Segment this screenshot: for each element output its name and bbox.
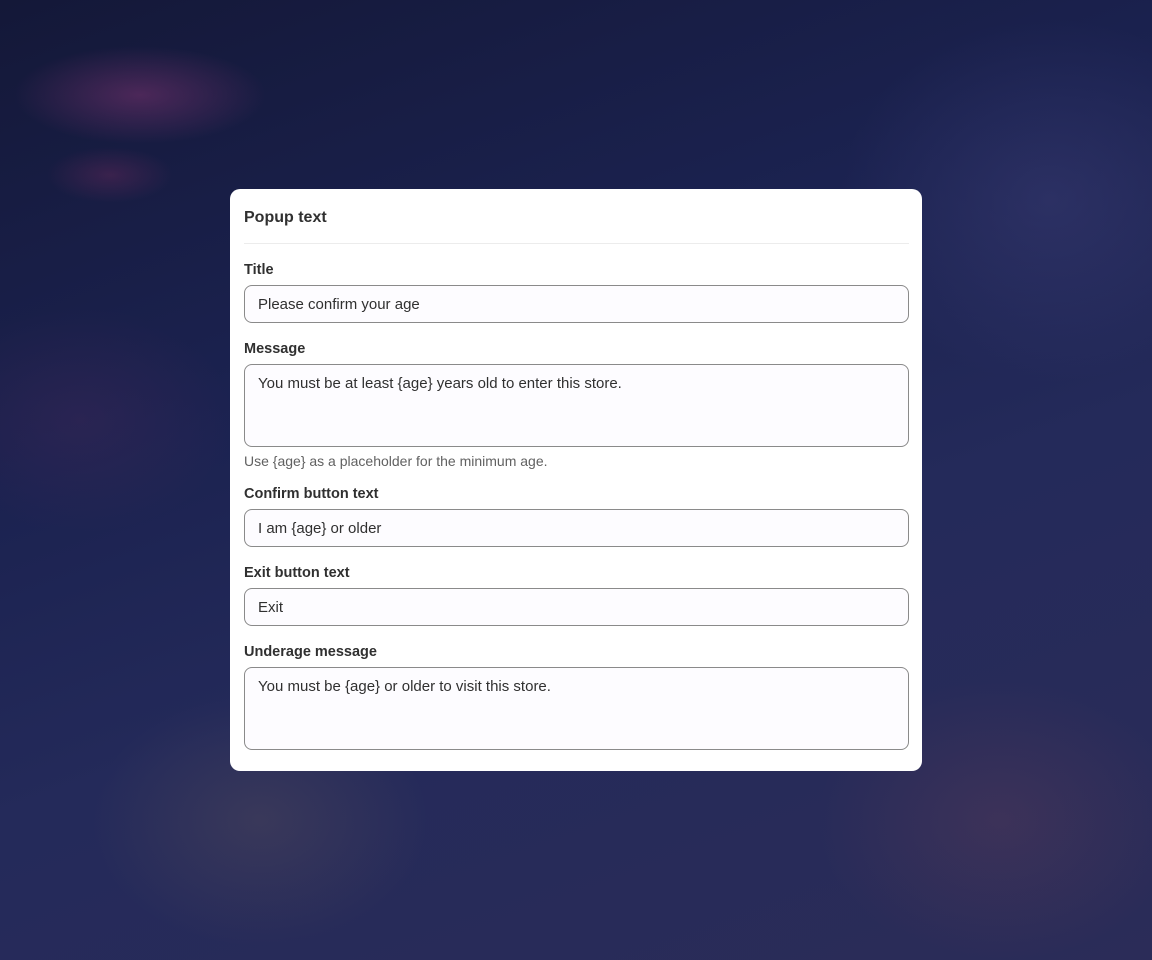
- message-help-text: Use {age} as a placeholder for the minim…: [244, 453, 548, 469]
- title-label: Title: [244, 262, 274, 278]
- confirm-button-text-input[interactable]: [244, 509, 909, 547]
- confirm-button-text-label: Confirm button text: [244, 486, 379, 502]
- underage-message-label: Underage message: [244, 644, 377, 660]
- title-input[interactable]: [244, 285, 909, 323]
- underage-message-textarea[interactable]: You must be {age} or older to visit this…: [244, 667, 909, 750]
- exit-button-text-label: Exit button text: [244, 565, 350, 581]
- card-title: Popup text: [244, 189, 909, 244]
- message-textarea[interactable]: You must be at least {age} years old to …: [244, 364, 909, 447]
- popup-text-card: Popup text Title Message You must be at …: [230, 189, 922, 771]
- message-label: Message: [244, 341, 306, 357]
- exit-button-text-input[interactable]: [244, 588, 909, 626]
